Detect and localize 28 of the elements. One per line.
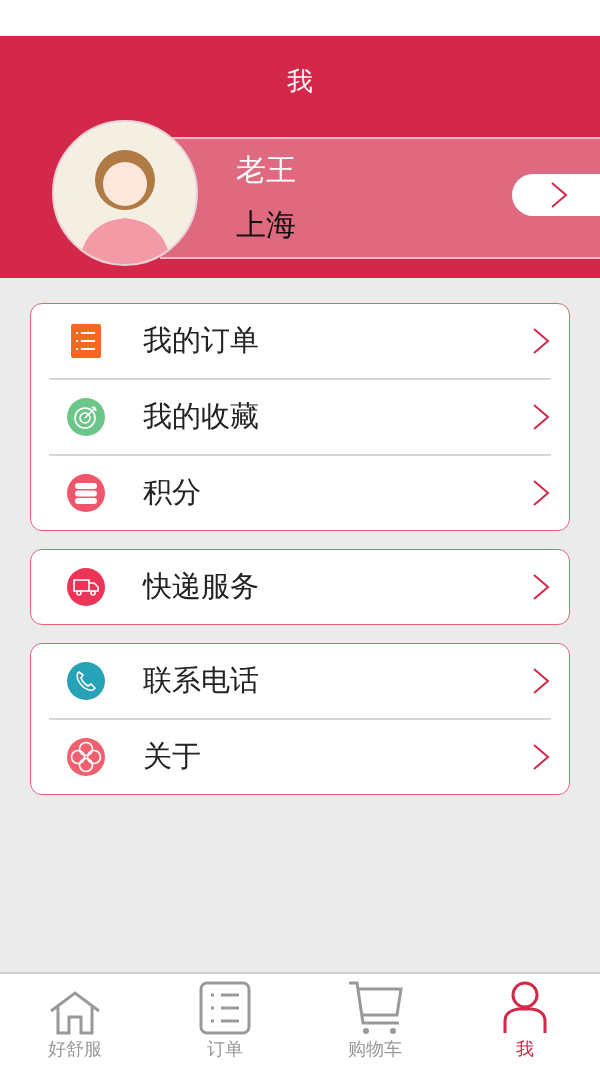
page-title: 我 <box>286 65 314 92</box>
truck-icon <box>67 568 105 606</box>
home-icon <box>48 991 102 1035</box>
user-city: 上海 <box>236 206 296 244</box>
chevron-icon <box>531 573 551 601</box>
menu-item[interactable]: 联系电话 <box>49 644 551 718</box>
profile-button[interactable] <box>512 174 600 216</box>
menu-item[interactable]: 我的收藏 <box>49 378 551 454</box>
user-name: 老王 <box>236 151 296 189</box>
chevron-icon <box>531 667 551 695</box>
flower-icon <box>67 738 105 776</box>
tab[interactable]: 我 <box>450 974 600 1065</box>
user-icon <box>502 981 548 1035</box>
list-icon <box>71 324 101 358</box>
chevron-icon <box>531 327 551 355</box>
chevron-icon <box>531 479 551 507</box>
menu-item[interactable]: 积分 <box>49 454 551 530</box>
phone-icon <box>67 662 105 700</box>
cart-icon <box>347 981 403 1035</box>
menu-item[interactable]: 我的订单 <box>49 304 551 378</box>
list-icon <box>199 981 251 1035</box>
chevron-icon <box>531 403 551 431</box>
chevron-icon <box>549 181 569 209</box>
chevron-icon <box>531 743 551 771</box>
menu-item[interactable]: 关于 <box>49 718 551 794</box>
database-icon <box>67 474 105 512</box>
menu-item[interactable]: 快递服务 <box>49 550 551 624</box>
target-icon <box>67 398 105 436</box>
